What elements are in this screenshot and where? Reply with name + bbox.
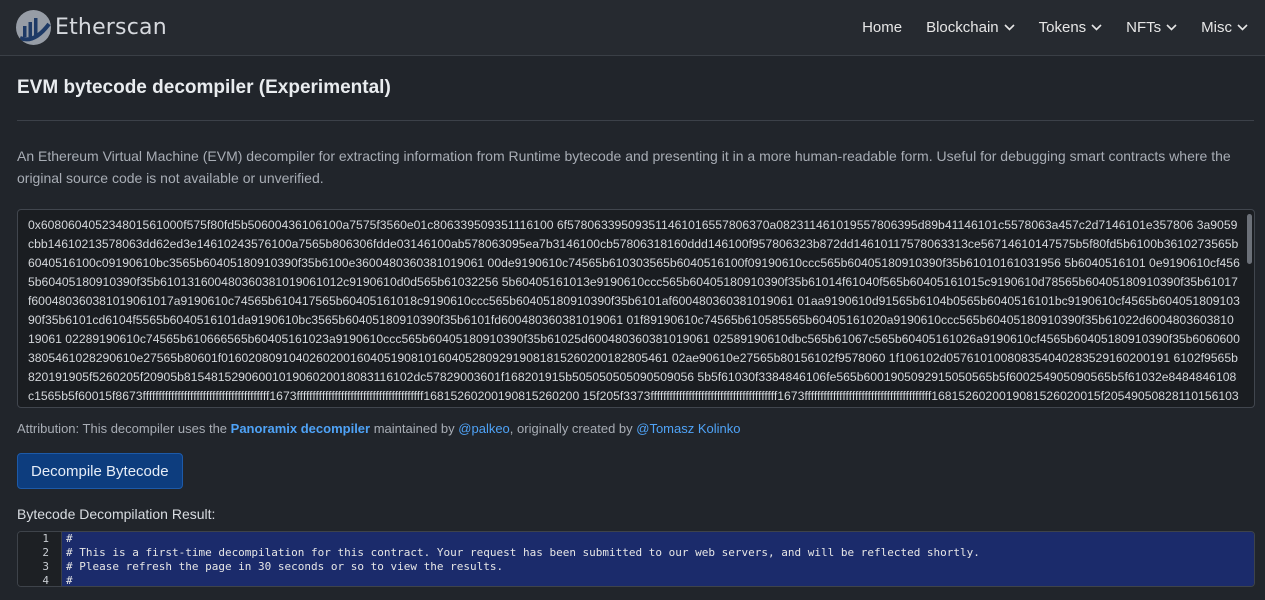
- kolinko-link[interactable]: @Tomasz Kolinko: [636, 421, 740, 436]
- code-text: #: [62, 532, 1254, 546]
- line-number: 4: [18, 574, 62, 586]
- code-line: 1 #: [18, 532, 1254, 546]
- title-divider: [17, 120, 1254, 121]
- etherscan-logo-icon: [16, 10, 51, 45]
- chevron-down-icon: [1237, 24, 1248, 31]
- code-text: # This is a first-time decompilation for…: [62, 546, 1254, 560]
- nav-misc-label: Misc: [1201, 19, 1232, 36]
- code-line: 3 # Please refresh the page in 30 second…: [18, 560, 1254, 574]
- nav-tokens-label: Tokens: [1038, 19, 1087, 36]
- page-title: EVM bytecode decompiler (Experimental): [17, 77, 391, 98]
- line-number: 1: [18, 532, 62, 546]
- code-line: 2 # This is a first-time decompilation f…: [18, 546, 1254, 560]
- bytecode-scrollbar[interactable]: [1247, 214, 1252, 264]
- nav-home-label: Home: [862, 19, 903, 36]
- nav-misc[interactable]: Misc: [1189, 19, 1248, 36]
- code-text: #: [62, 574, 1254, 586]
- line-number: 2: [18, 546, 62, 560]
- main-content: EVM bytecode decompiler (Experimental) A…: [0, 77, 1265, 587]
- page-description: An Ethereum Virtual Machine (EVM) decomp…: [17, 148, 1231, 186]
- brand-name: Etherscan: [55, 15, 167, 40]
- panoramix-link[interactable]: Panoramix decompiler: [231, 421, 370, 436]
- chevron-down-icon: [1166, 24, 1177, 31]
- bytecode-value: 0x608060405234801561000f575f80fd5b506004…: [28, 218, 1240, 403]
- nav-blockchain-label: Blockchain: [926, 19, 999, 36]
- decompile-button[interactable]: Decompile Bytecode: [17, 453, 183, 489]
- bytecode-input[interactable]: 0x608060405234801561000f575f80fd5b506004…: [17, 209, 1255, 408]
- nav-nfts-label: NFTs: [1126, 19, 1162, 36]
- chevron-down-icon: [1004, 24, 1015, 31]
- attribution-middle2: , originally created by: [509, 421, 637, 436]
- code-line: 4 #: [18, 574, 1254, 586]
- line-number: 3: [18, 560, 62, 574]
- top-navbar: Etherscan Home Blockchain Tokens NFTs Mi…: [0, 0, 1265, 56]
- brand-logo[interactable]: Etherscan: [16, 10, 167, 45]
- attribution-middle: maintained by: [370, 421, 459, 436]
- nav-tokens[interactable]: Tokens: [1027, 19, 1115, 36]
- attribution: Attribution: This decompiler uses the Pa…: [17, 421, 1254, 436]
- nav-nfts[interactable]: NFTs: [1114, 19, 1189, 36]
- palkeo-link[interactable]: @palkeo: [458, 421, 510, 436]
- nav-blockchain[interactable]: Blockchain: [914, 19, 1027, 36]
- nav-home[interactable]: Home: [850, 19, 914, 36]
- code-text: # Please refresh the page in 30 seconds …: [62, 560, 1254, 574]
- attribution-prefix: Attribution: This decompiler uses the: [17, 421, 231, 436]
- chevron-down-icon: [1091, 24, 1102, 31]
- result-label: Bytecode Decompilation Result:: [17, 506, 216, 522]
- result-code-editor[interactable]: 1 # 2 # This is a first-time decompilati…: [17, 531, 1255, 587]
- main-nav: Home Blockchain Tokens NFTs Misc: [850, 19, 1248, 36]
